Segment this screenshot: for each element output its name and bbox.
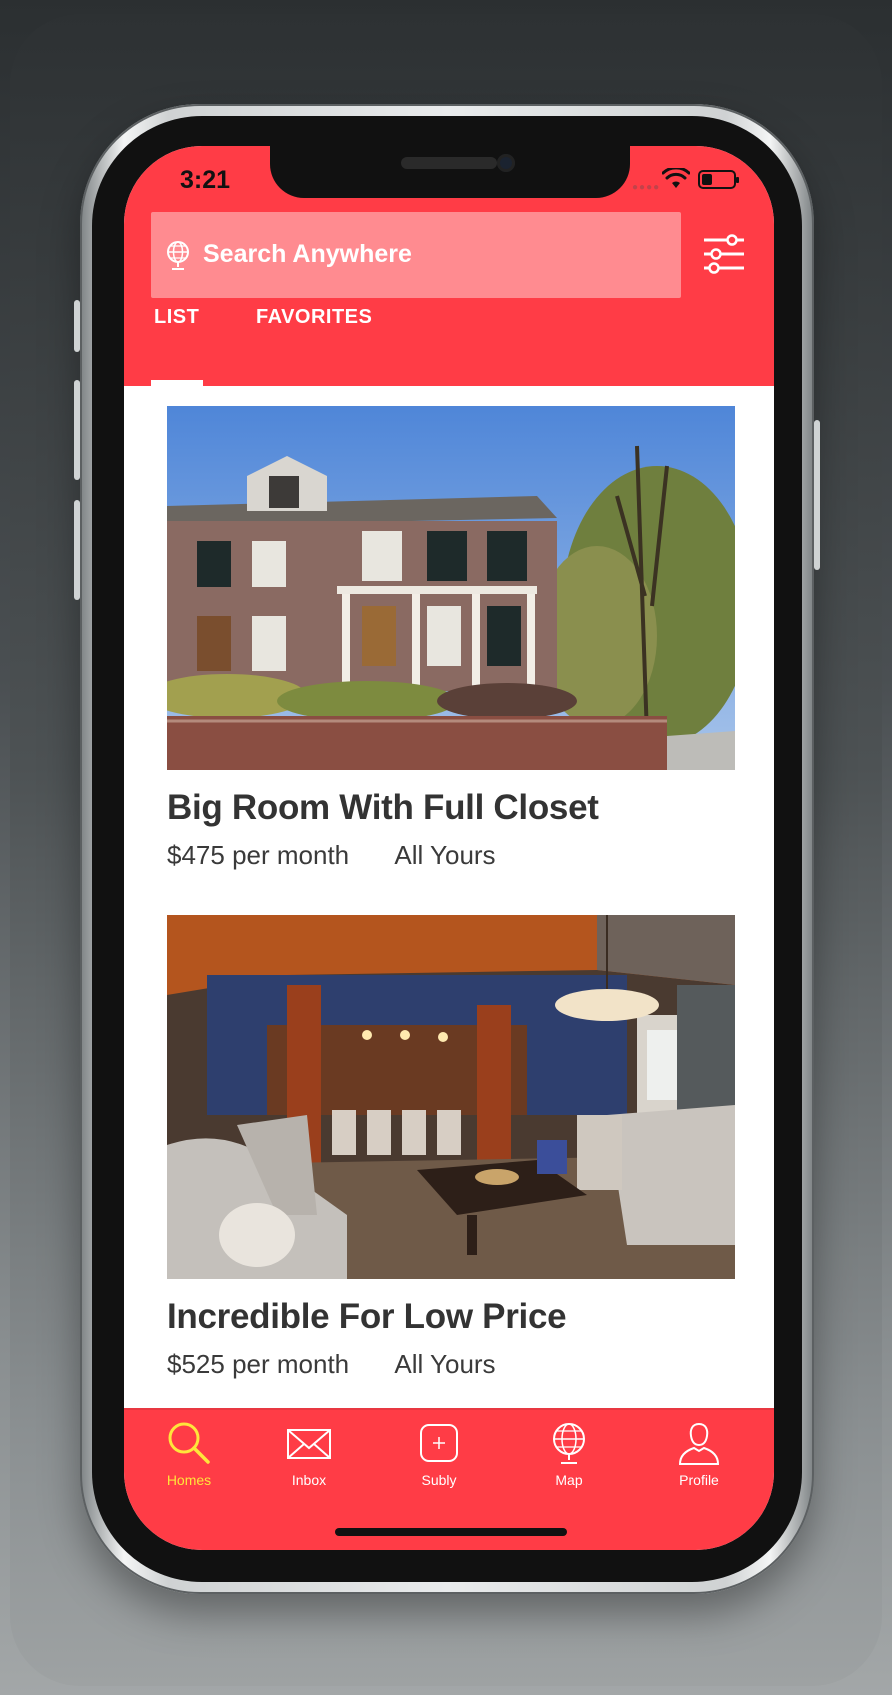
filter-icon[interactable] <box>702 234 746 274</box>
globe-icon <box>167 241 189 270</box>
nav-subly[interactable]: Subly <box>384 1420 494 1488</box>
earpiece <box>401 157 497 169</box>
listing-photo[interactable] <box>167 915 735 1279</box>
listing-title[interactable]: Incredible For Low Price <box>167 1297 735 1337</box>
search-icon <box>168 1422 210 1464</box>
nav-inbox[interactable]: Inbox <box>254 1420 364 1488</box>
search-bar[interactable]: Search Anywhere <box>151 212 681 298</box>
listing-room-type: All Yours <box>394 1349 496 1379</box>
listing-feed[interactable]: Big Room With Full Closet $475 per month… <box>124 386 774 1386</box>
volume-up-button <box>74 380 80 480</box>
power-button <box>814 420 820 570</box>
status-indicators: ●●●● <box>630 168 750 193</box>
mail-icon <box>287 1429 331 1459</box>
front-camera <box>497 154 515 172</box>
nav-label: Subly <box>421 1472 457 1488</box>
tab-favorites[interactable]: FAVORITES <box>256 306 372 329</box>
search-input[interactable]: Search Anywhere <box>203 240 412 269</box>
listing-meta: $525 per month All Yours <box>167 1349 735 1380</box>
bottom-tab-bar: Homes Inbox Subly Map Profile <box>124 1408 774 1550</box>
nav-map[interactable]: Map <box>514 1420 624 1488</box>
home-indicator[interactable] <box>335 1528 567 1536</box>
listing-meta: $475 per month All Yours <box>167 840 735 871</box>
nav-label: Homes <box>166 1472 212 1488</box>
status-time: 3:21 <box>180 166 231 194</box>
nav-label: Map <box>555 1472 583 1488</box>
listing-price: $525 per month <box>167 1349 350 1379</box>
wifi-icon <box>662 168 690 188</box>
person-icon <box>678 1422 720 1465</box>
nav-label: Profile <box>679 1472 719 1488</box>
app-header: 3:21 ●●●● Search Anywhere LIST FAVORITES <box>124 146 774 386</box>
listing-room-type: All Yours <box>394 840 496 870</box>
nav-profile[interactable]: Profile <box>644 1420 754 1488</box>
signal-icon: ●●●● <box>632 182 661 193</box>
globe-icon <box>553 1423 585 1464</box>
listing-card[interactable]: Incredible For Low Price $525 per month … <box>167 915 735 1380</box>
nav-homes[interactable]: Homes <box>134 1420 244 1488</box>
listing-title[interactable]: Big Room With Full Closet <box>167 788 735 828</box>
battery-icon <box>698 170 739 189</box>
listing-card[interactable]: Big Room With Full Closet $475 per month… <box>167 406 735 871</box>
notch <box>270 146 630 198</box>
listing-photo[interactable] <box>167 406 735 770</box>
volume-down-button <box>74 500 80 600</box>
add-icon <box>420 1424 458 1462</box>
tab-list[interactable]: LIST <box>154 306 199 329</box>
listing-price: $475 per month <box>167 840 350 870</box>
mute-switch <box>74 300 80 352</box>
nav-label: Inbox <box>291 1472 327 1488</box>
phone-screen: 3:21 ●●●● Search Anywhere LIST FAVORITES… <box>124 146 774 1550</box>
